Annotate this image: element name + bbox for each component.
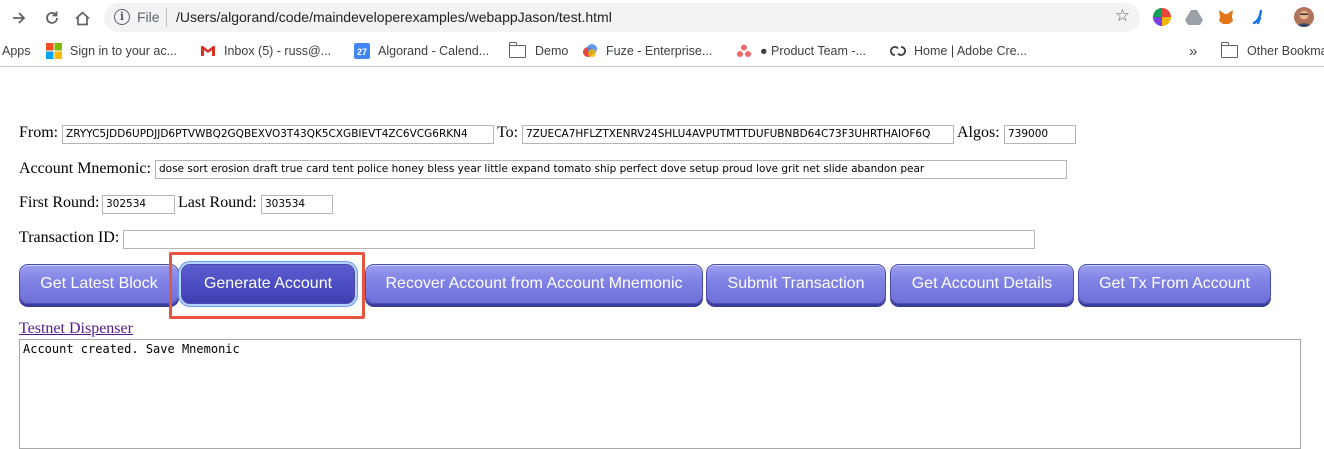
bookmark-label: Home | Adobe Cre... (914, 44, 1028, 58)
forward-arrow-icon[interactable] (6, 5, 32, 31)
output-textarea[interactable]: Account created. Save Mnemonic (19, 339, 1301, 449)
algos-label: Algos: (957, 124, 1000, 141)
bookmark-asana-product-team[interactable]: ● Product Team -... (736, 41, 866, 61)
to-address-input[interactable]: 7ZUECA7HFLZTXENRV24SHLU4AVPUTMTTDUFUBNBD… (522, 125, 954, 144)
account-mnemonic-label: Account Mnemonic: (19, 160, 151, 177)
bookmarks-bar: Apps Sign in to your ac... Inbox (5) - r… (0, 36, 1324, 67)
bookmark-apps[interactable]: Apps (2, 41, 31, 61)
browser-toolbar: i File /Users/algorand/code/maindevelope… (0, 0, 1324, 36)
bookmark-star-icon[interactable]: ☆ (1115, 6, 1130, 26)
address-bar[interactable]: i File /Users/algorand/code/maindevelope… (104, 3, 1140, 32)
folder-icon (1220, 41, 1238, 58)
url-scheme: File (137, 9, 160, 25)
fuze-icon (582, 43, 598, 59)
bookmark-label: Fuze - Enterprise... (606, 44, 713, 58)
bookmark-microsoft-signin[interactable]: Sign in to your ac... (46, 41, 177, 61)
info-icon[interactable]: i (114, 9, 130, 25)
account-mnemonic-input[interactable]: dose sort erosion draft true card tent p… (155, 160, 1067, 179)
bookmarks-overflow-button[interactable]: » (1189, 41, 1197, 61)
home-icon[interactable] (69, 5, 95, 31)
drive-icon[interactable] (1185, 8, 1203, 26)
bookmark-label: Apps (2, 44, 31, 58)
bookmark-gmail-inbox[interactable]: Inbox (5) - russ@... (200, 41, 331, 61)
first-round-input[interactable]: 302534 (102, 195, 175, 214)
get-account-details-button[interactable]: Get Account Details (890, 264, 1074, 304)
bookmark-label: Demo (535, 44, 569, 58)
testnet-dispenser-link[interactable]: Testnet Dispenser (19, 320, 133, 338)
gmail-icon (200, 43, 216, 59)
adobe-cc-icon (889, 43, 907, 59)
bookmark-label: ● Product Team -... (760, 44, 866, 58)
generate-account-button[interactable]: Generate Account (181, 264, 355, 304)
calendar-icon: 27 (354, 43, 370, 59)
from-address-input[interactable]: ZRYYC5JDD6UPDJJD6PTVWBQ2GQBEXVO3T43QK5CX… (62, 125, 494, 144)
bookmark-algorand-calendar[interactable]: 27 Algorand - Calend... (354, 41, 489, 61)
profile-avatar[interactable] (1294, 7, 1314, 27)
extension-colorwheel-icon[interactable] (1153, 8, 1171, 26)
page-content: From: ZRYYC5JDD6UPDJJD6PTVWBQ2GQBEXVO3T4… (0, 67, 1324, 449)
folder-icon (508, 41, 526, 58)
last-round-label: Last Round: (178, 194, 257, 211)
url-divider (166, 8, 167, 27)
bookmark-adobe-creative-cloud[interactable]: Home | Adobe Cre... (889, 41, 1028, 61)
get-latest-block-button[interactable]: Get Latest Block (19, 264, 179, 304)
submit-transaction-button[interactable]: Submit Transaction (706, 264, 886, 304)
transaction-id-label: Transaction ID: (19, 229, 120, 246)
bookmark-label: Other Bookma (1247, 44, 1324, 58)
get-tx-from-account-button[interactable]: Get Tx From Account (1078, 264, 1271, 304)
to-label: To: (497, 124, 519, 141)
bookmark-fuze[interactable]: Fuze - Enterprise... (582, 41, 712, 61)
microsoft-icon (46, 43, 62, 59)
first-round-label: First Round: (19, 194, 100, 211)
reload-icon[interactable] (39, 5, 65, 31)
last-round-input[interactable]: 303534 (261, 195, 333, 214)
recover-account-button[interactable]: Recover Account from Account Mnemonic (365, 264, 703, 304)
url-text[interactable]: /Users/algorand/code/maindeveloperexampl… (176, 9, 612, 25)
algos-amount-input[interactable]: 739000 (1004, 125, 1076, 144)
bookmark-label: Sign in to your ac... (70, 44, 178, 58)
extension-blue-icon[interactable] (1249, 8, 1267, 26)
bookmark-other-bookmarks[interactable]: Other Bookma (1220, 41, 1324, 61)
bookmark-label: Algorand - Calend... (378, 44, 490, 58)
asana-icon (736, 43, 752, 59)
from-label: From: (19, 124, 59, 141)
bookmark-folder-demo[interactable]: Demo (508, 41, 569, 61)
transaction-id-input[interactable] (123, 230, 1035, 249)
bookmark-label: Inbox (5) - russ@... (224, 44, 332, 58)
metamask-fox-icon[interactable] (1217, 8, 1235, 26)
